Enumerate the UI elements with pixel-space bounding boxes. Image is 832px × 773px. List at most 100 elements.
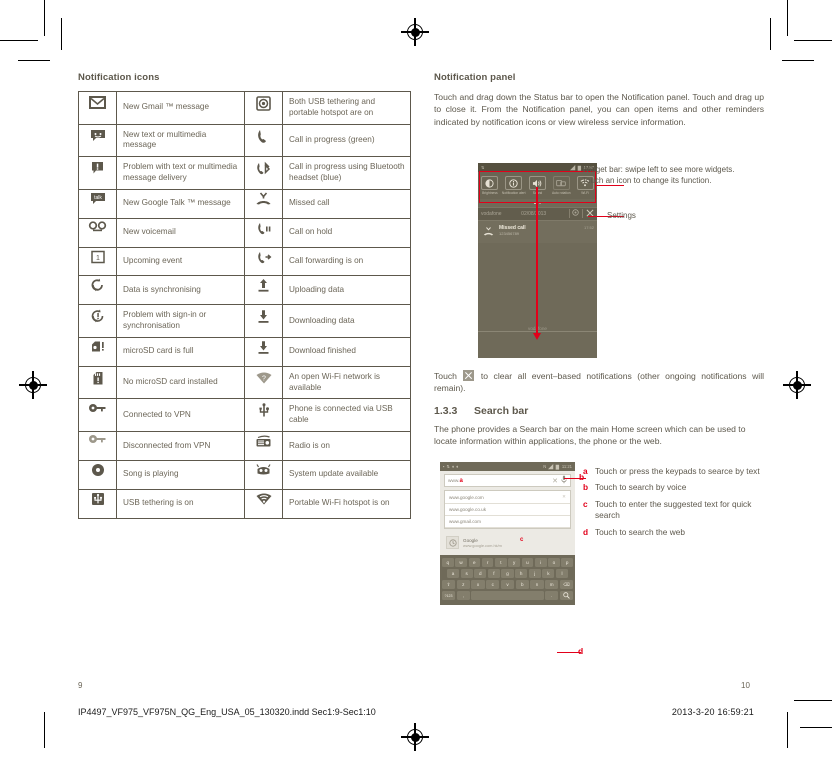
- key-x[interactable]: x: [471, 580, 485, 589]
- row-label: New Google Talk ™ message: [116, 188, 245, 219]
- key-t[interactable]: t: [495, 558, 507, 567]
- marker-a: a: [459, 477, 463, 484]
- search-key[interactable]: [559, 591, 574, 600]
- notification-panel-section: Notification panel Touch and drag down t…: [434, 72, 764, 137]
- table-row: 1 Upcoming event Call forwarding is on: [78, 246, 411, 277]
- key-j[interactable]: j: [528, 569, 541, 578]
- status-bar: ▪⇅♦♦ N 11:21: [440, 462, 575, 471]
- download-icon: [244, 304, 283, 338]
- key-g[interactable]: g: [501, 569, 514, 578]
- clear-note-suffix: to clear all event–based notifications (…: [434, 371, 765, 394]
- footer-date-stamp: 2013-3-20 16:59:21: [671, 707, 754, 717]
- legend-item: c Touch to enter the suggested text for …: [583, 499, 763, 522]
- clear-icon[interactable]: ✕: [552, 477, 558, 485]
- key-r[interactable]: r: [481, 558, 494, 567]
- backspace-key[interactable]: ⌫: [559, 580, 574, 589]
- notification-time: 17:52: [583, 224, 594, 230]
- key-i[interactable]: i: [534, 558, 547, 567]
- sdcard-full-icon: [78, 336, 117, 367]
- key-f[interactable]: f: [487, 569, 500, 578]
- key-q[interactable]: q: [441, 558, 454, 567]
- registration-mark-bottom: [401, 723, 429, 751]
- svg-text:talk: talk: [94, 195, 102, 201]
- key-u[interactable]: u: [521, 558, 534, 567]
- row-label: Download finished: [282, 336, 411, 367]
- widget-label: Auto rotation: [551, 191, 571, 195]
- sync-icon: [78, 275, 117, 306]
- suggestion-item[interactable]: www.google.com ✕: [445, 491, 570, 504]
- search-input[interactable]: www.a ✕: [444, 474, 571, 487]
- key-l[interactable]: l: [555, 569, 569, 578]
- table-row: Disconnected from VPN Radio is on: [78, 431, 411, 461]
- table-row: Data is synchronising Uploading data: [78, 275, 411, 306]
- no-sdcard-icon: [78, 365, 117, 400]
- row-label: Connected to VPN: [116, 398, 245, 433]
- key-a[interactable]: a: [446, 569, 460, 578]
- keyboard-row-1: q w e r t y u i o p: [441, 558, 574, 567]
- system-update-icon: [244, 459, 283, 490]
- engine-url: www.google.com.hk/m: [463, 542, 502, 548]
- key-s[interactable]: s: [460, 569, 473, 578]
- carrier-name: vodafone: [481, 210, 502, 217]
- comma-key[interactable]: ,: [456, 591, 470, 600]
- crop-mark-tr-h: [794, 40, 832, 42]
- table-row: Problem with text or multimedia message …: [78, 156, 411, 190]
- auto-rotation-widget[interactable]: Auto rotation: [549, 176, 573, 196]
- key-y[interactable]: y: [508, 558, 520, 567]
- table-row: New voicemail Call on hold: [78, 217, 411, 248]
- symbols-key[interactable]: ?123: [441, 591, 456, 600]
- key-o[interactable]: o: [548, 558, 560, 567]
- row-label: USB tethering is on: [116, 488, 245, 519]
- brightness-widget[interactable]: Brightness: [478, 176, 502, 196]
- page-number-right: 10: [741, 681, 750, 690]
- key-b[interactable]: b: [515, 580, 529, 589]
- suggestion-item[interactable]: www.google.co.uk: [445, 504, 570, 516]
- legend-item: b Touch to search by voice: [583, 482, 763, 493]
- space-key[interactable]: [471, 591, 544, 600]
- info-icon: [505, 176, 523, 190]
- print-footer: IP4497_VF975_VF975N_QG_Eng_USA_05_130320…: [78, 707, 754, 717]
- key-d[interactable]: d: [474, 569, 487, 578]
- search-engine-row[interactable]: Google www.google.com.hk/m: [444, 533, 571, 552]
- row-label: Phone is connected via USB cable: [282, 398, 411, 433]
- search-bar-legend: a Touch or press the keypads to searce b…: [583, 466, 763, 543]
- row-label: microSD card is full: [116, 336, 245, 367]
- table-row: Connected to VPN Phone is connected via …: [78, 398, 411, 433]
- remove-suggestion-icon[interactable]: ✕: [562, 494, 566, 500]
- suggestion-item[interactable]: www.gmail.com: [445, 516, 570, 528]
- vpn-disconnected-icon: [78, 431, 117, 461]
- key-p[interactable]: p: [561, 558, 574, 567]
- bluetooth-call-icon: [244, 156, 283, 190]
- open-wifi-icon: ?: [244, 365, 283, 400]
- key-h[interactable]: h: [515, 569, 528, 578]
- period-key[interactable]: .: [545, 591, 559, 600]
- legend-key: a: [583, 466, 588, 476]
- signal-triangle-icon: [569, 164, 575, 170]
- key-z[interactable]: z: [456, 580, 470, 589]
- key-m[interactable]: m: [545, 580, 559, 589]
- settings-icon[interactable]: [572, 209, 580, 218]
- sms-message-icon: [78, 123, 117, 158]
- key-v[interactable]: v: [500, 580, 515, 589]
- shift-key[interactable]: ⇧: [442, 580, 456, 589]
- crop-mark-tr-v: [787, 0, 789, 36]
- network-type-icon: N: [543, 464, 547, 469]
- crop-mark-tr-h2: [782, 60, 814, 62]
- table-row: USB tethering is on Portable Wi-Fi hotsp…: [78, 488, 411, 519]
- notification-alert-widget[interactable]: Notification alert: [502, 176, 526, 196]
- settings-callout-text: Settings: [607, 211, 636, 220]
- table-row: Song is playing System update available: [78, 459, 411, 490]
- on-screen-keyboard[interactable]: q w e r t y u i o p a s d f g h j k l ⇧ …: [440, 555, 575, 605]
- svg-text:?: ?: [262, 375, 266, 382]
- widget-label: Brightness: [482, 191, 498, 195]
- signal-triangle-icon: [547, 463, 554, 469]
- key-w[interactable]: w: [455, 558, 467, 567]
- key-c[interactable]: c: [486, 580, 500, 589]
- row-label: Song is playing: [116, 459, 245, 490]
- key-e[interactable]: e: [468, 558, 481, 567]
- google-talk-icon: talk: [78, 188, 117, 219]
- key-k[interactable]: k: [542, 569, 555, 578]
- phone-screen-search: ▪⇅♦♦ N 11:21 www.a ✕ www.google.com ✕ ww…: [440, 462, 575, 605]
- key-n[interactable]: n: [530, 580, 544, 589]
- microphone-icon[interactable]: [561, 475, 567, 486]
